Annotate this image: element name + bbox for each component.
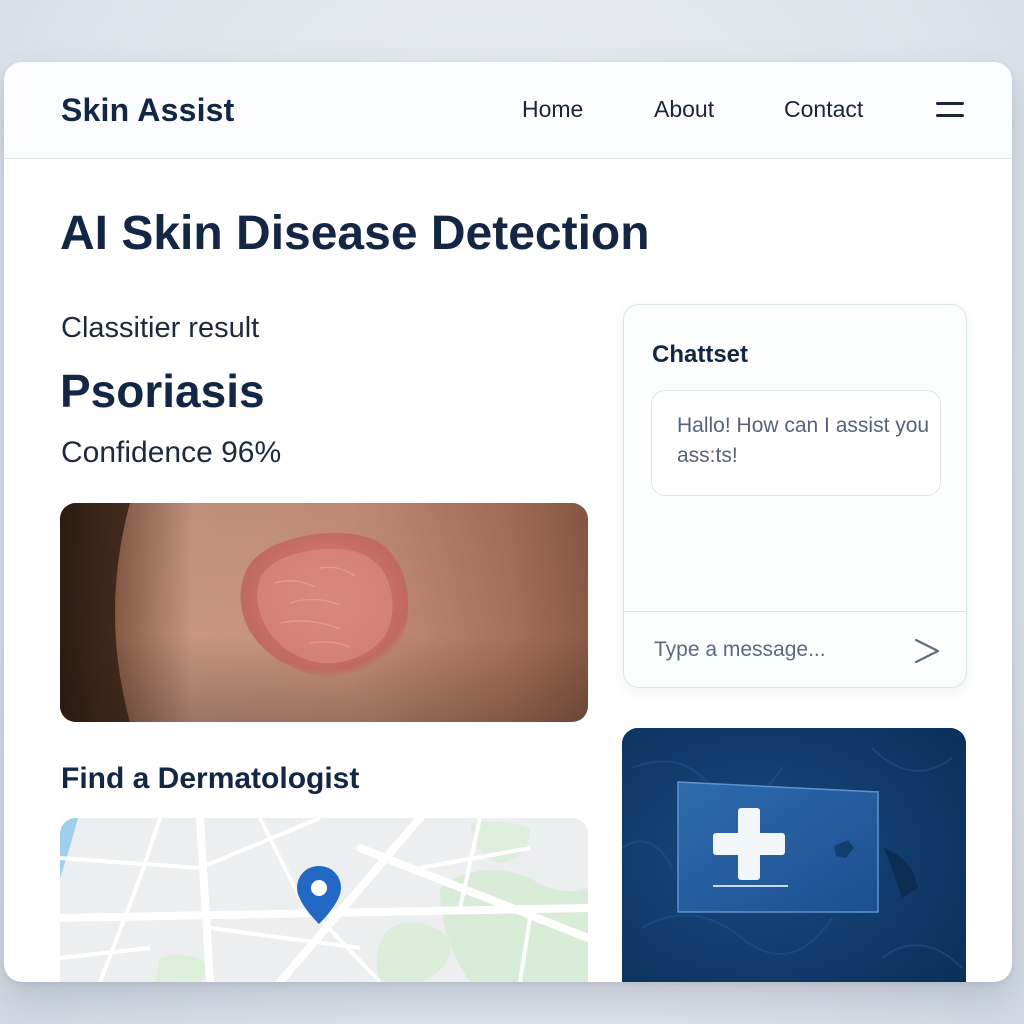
chat-message-text: Hallo! How can I assist you ass:ts! xyxy=(677,414,930,467)
hamburger-menu-icon[interactable] xyxy=(932,98,968,122)
send-chevron-icon[interactable] xyxy=(910,634,944,668)
brand-logo[interactable]: Skin Assist xyxy=(61,92,235,129)
chat-message-input[interactable] xyxy=(652,634,896,666)
chat-title: Chattset xyxy=(652,341,749,368)
dermatologist-map[interactable] xyxy=(60,818,588,982)
medical-cross-icon xyxy=(677,781,879,913)
diagnosis-name: Psoriasis xyxy=(60,365,265,417)
nav-link-about[interactable]: About xyxy=(654,96,714,123)
find-dermatologist-title: Find a Dermatologist xyxy=(61,762,360,795)
chat-panel: Chattset Hallo! How can I assist you ass… xyxy=(623,304,967,688)
health-card[interactable] xyxy=(622,728,966,982)
chat-input-row xyxy=(624,611,966,688)
skin-lesion-photo xyxy=(60,503,588,722)
classifier-result-label: Classitier result xyxy=(61,312,260,344)
page-title: AI Skin Disease Detection xyxy=(60,207,650,260)
nav-link-home[interactable]: Home xyxy=(522,96,583,123)
nav-link-contact[interactable]: Contact xyxy=(784,96,863,123)
navbar: Skin Assist Home About Contact xyxy=(4,62,1012,159)
chat-message-bubble: Hallo! How can I assist you ass:ts! xyxy=(651,390,941,496)
app-window: Skin Assist Home About Contact AI Skin D… xyxy=(4,62,1012,982)
confidence-score: Confidence 96% xyxy=(61,436,282,469)
